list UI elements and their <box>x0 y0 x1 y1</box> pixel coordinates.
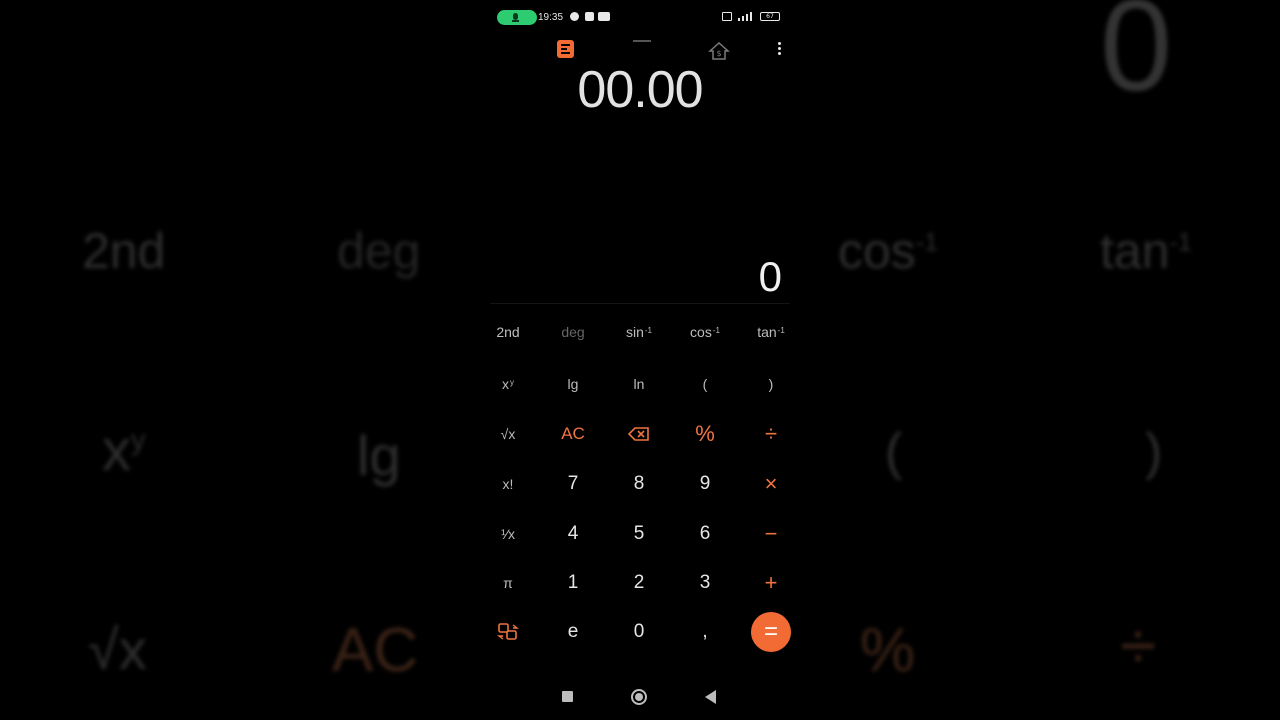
more-icon[interactable] <box>778 40 782 62</box>
bg-power: xy <box>102 418 146 483</box>
backspace-icon <box>628 427 649 441</box>
bg-2nd: 2nd <box>82 223 166 279</box>
message-icon <box>598 12 610 21</box>
comma-button[interactable]: , <box>675 612 735 652</box>
bg-percent: % <box>860 616 916 685</box>
digit-6-button[interactable]: 6 <box>675 514 735 554</box>
status-time: 19:35 <box>538 12 564 23</box>
digit-3-button[interactable]: 3 <box>675 563 735 603</box>
expression-display: 00.00 <box>577 61 703 119</box>
minus-button[interactable]: − <box>741 514 801 554</box>
home-icon[interactable] <box>631 689 647 705</box>
factorial-button[interactable]: x! <box>478 464 538 504</box>
digit-1-button[interactable]: 1 <box>543 563 603 603</box>
bg-sqrt: √x <box>88 618 147 681</box>
digit-0-button[interactable]: 0 <box>609 612 669 652</box>
calculator-icon[interactable] <box>557 40 574 58</box>
left-paren-button[interactable]: ( <box>675 364 735 404</box>
digit-2-button[interactable]: 2 <box>609 563 669 603</box>
bg-divide: ÷ <box>1120 608 1157 682</box>
display-divider <box>490 303 790 304</box>
switch-mode-icon <box>496 623 520 640</box>
clear-button[interactable]: AC <box>543 414 603 454</box>
plus-button[interactable]: + <box>741 563 801 603</box>
bg-ac: AC <box>332 616 419 685</box>
digit-7-button[interactable]: 7 <box>543 464 603 504</box>
e-button[interactable]: e <box>543 612 603 652</box>
backspace-button[interactable] <box>609 414 669 454</box>
sqrt-button[interactable]: √x <box>478 414 538 454</box>
digit-4-button[interactable]: 4 <box>543 514 603 554</box>
ln-button[interactable]: ln <box>609 364 669 404</box>
toggle-mode-button[interactable] <box>478 612 538 652</box>
converter-icon[interactable] <box>633 40 651 48</box>
mic-recording-icon[interactable] <box>497 10 537 25</box>
recents-icon[interactable] <box>562 691 573 702</box>
phone-screen: 19:35 67 $ 00.00 0 2nd deg sin -1 cos -1 t… <box>490 0 791 720</box>
deg-button[interactable]: deg <box>543 312 603 352</box>
bg-cos: cos-1 <box>838 223 939 279</box>
lg-button[interactable]: lg <box>543 364 603 404</box>
battery-icon: 67 <box>760 12 780 21</box>
pi-button[interactable]: π <box>478 563 538 603</box>
digit-8-button[interactable]: 8 <box>609 464 669 504</box>
notification-icon <box>585 12 594 21</box>
digit-9-button[interactable]: 9 <box>675 464 735 504</box>
vibrate-icon <box>722 12 732 21</box>
second-function-button[interactable]: 2nd <box>478 312 538 352</box>
right-paren-button[interactable]: ) <box>741 364 801 404</box>
facebook-icon <box>570 12 579 21</box>
acos-button[interactable]: cos -1 <box>675 312 735 352</box>
bg-lparen: ( <box>885 423 903 481</box>
result-display: 0 <box>758 253 782 300</box>
asin-button[interactable]: sin -1 <box>609 312 669 352</box>
svg-text:$: $ <box>716 49 721 58</box>
bg-deg: deg <box>337 223 421 279</box>
atan-button[interactable]: tan -1 <box>741 312 801 352</box>
bg-tan: tan-1 <box>1100 223 1192 279</box>
status-bar: 19:35 67 <box>490 8 790 28</box>
bg-rparen: ) <box>1145 423 1163 481</box>
back-icon[interactable] <box>705 690 716 704</box>
equals-button[interactable]: = <box>741 612 801 652</box>
signal-icon <box>736 12 754 21</box>
equals-label: = <box>751 612 791 652</box>
bg-result: 0 <box>1100 0 1173 118</box>
multiply-button[interactable]: × <box>741 464 801 504</box>
power-button[interactable]: xy <box>478 364 538 404</box>
divide-button[interactable]: ÷ <box>741 414 801 454</box>
reciprocal-button[interactable]: ¹⁄x <box>478 514 538 554</box>
percent-button[interactable]: % <box>675 414 735 454</box>
currency-icon[interactable]: $ <box>708 40 730 62</box>
bg-lg: lg <box>357 424 401 487</box>
digit-5-button[interactable]: 5 <box>609 514 669 554</box>
